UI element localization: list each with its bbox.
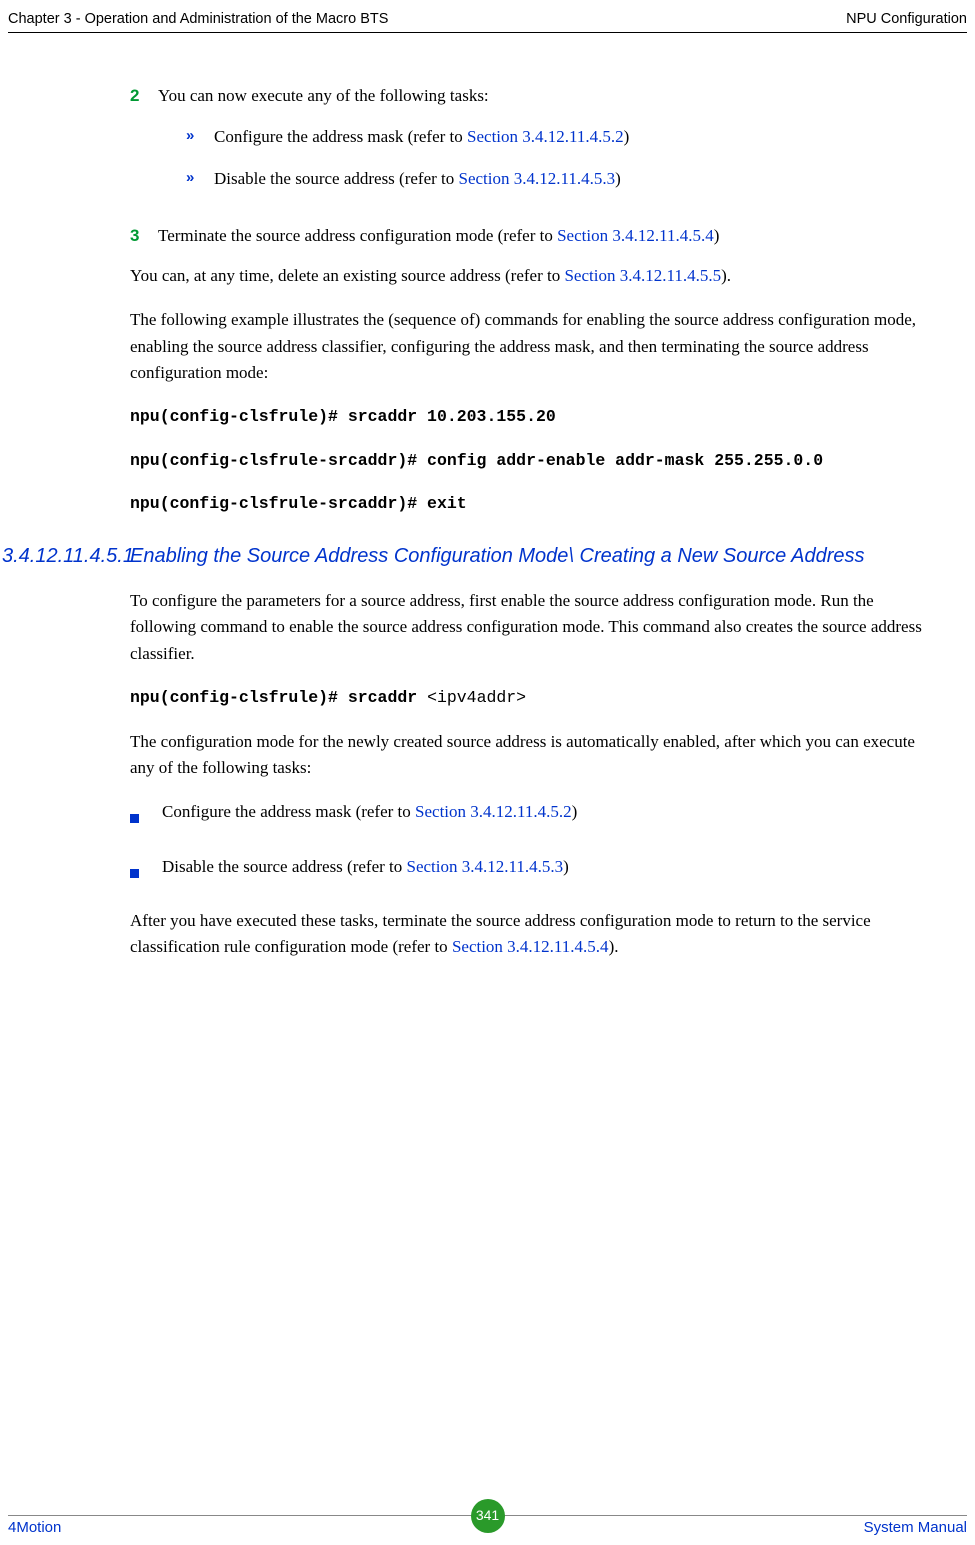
section-link[interactable]: Section 3.4.12.11.4.5.2	[415, 802, 572, 821]
numbered-list: 2 You can now execute any of the followi…	[130, 83, 925, 248]
step-3: 3 Terminate the source address configura…	[130, 223, 925, 249]
list-text: Configure the address mask (refer to Sec…	[162, 799, 925, 831]
step-number: 2	[130, 83, 158, 208]
header-left: Chapter 3 - Operation and Administration…	[8, 8, 388, 30]
code-line: npu(config-clsfrule-srcaddr)# config add…	[130, 448, 925, 474]
sub-item: » Configure the address mask (refer to S…	[186, 124, 925, 150]
paragraph: The following example illustrates the (s…	[130, 307, 925, 386]
code-line: npu(config-clsfrule)# srcaddr 10.203.155…	[130, 404, 925, 430]
sub-text: Configure the address mask (refer to Sec…	[214, 124, 925, 150]
step-number: 3	[130, 223, 158, 249]
section-title: Enabling the Source Address Configuratio…	[130, 543, 925, 570]
paragraph: After you have executed these tasks, ter…	[130, 908, 925, 961]
chevron-icon: »	[186, 166, 214, 192]
chevron-icon: »	[186, 124, 214, 150]
square-bullet-list: Configure the address mask (refer to Sec…	[130, 799, 925, 886]
section-link[interactable]: Section 3.4.12.11.4.5.3	[407, 857, 564, 876]
footer-left: 4Motion	[8, 1516, 61, 1539]
page-header: Chapter 3 - Operation and Administration…	[0, 0, 975, 30]
page-content: 2 You can now execute any of the followi…	[0, 33, 975, 960]
section-heading: 3.4.12.11.4.5.1 Enabling the Source Addr…	[2, 543, 925, 570]
sub-item: » Disable the source address (refer to S…	[186, 166, 925, 192]
section-link[interactable]: Section 3.4.12.11.4.5.5	[564, 266, 721, 285]
square-bullet-icon	[130, 799, 162, 831]
square-bullet-icon	[130, 854, 162, 886]
footer-right: System Manual	[864, 1516, 967, 1539]
page-number: 341	[471, 1499, 505, 1533]
paragraph: The configuration mode for the newly cre…	[130, 729, 925, 782]
page-number-badge: 341	[471, 1499, 505, 1533]
sub-list: » Configure the address mask (refer to S…	[158, 124, 925, 193]
paragraph: You can, at any time, delete an existing…	[130, 263, 925, 289]
code-argument: <ipv4addr>	[427, 688, 526, 707]
section-link[interactable]: Section 3.4.12.11.4.5.4	[557, 226, 714, 245]
section-number: 3.4.12.11.4.5.1	[2, 543, 130, 570]
paragraph: To configure the parameters for a source…	[130, 588, 925, 667]
sub-text: Disable the source address (refer to Sec…	[214, 166, 925, 192]
step-text: Terminate the source address configurati…	[158, 223, 925, 249]
step-2-text: You can now execute any of the following…	[158, 86, 489, 105]
code-line: npu(config-clsfrule-srcaddr)# exit	[130, 491, 925, 517]
section-link[interactable]: Section 3.4.12.11.4.5.3	[459, 169, 616, 188]
step-2: 2 You can now execute any of the followi…	[130, 83, 925, 208]
section-link[interactable]: Section 3.4.12.11.4.5.2	[467, 127, 624, 146]
list-item: Disable the source address (refer to Sec…	[130, 854, 925, 886]
code-line: npu(config-clsfrule)# srcaddr <ipv4addr>	[130, 685, 925, 711]
step-text: You can now execute any of the following…	[158, 83, 925, 208]
page-footer: 4Motion 341 System Manual	[8, 1515, 967, 1539]
section-link[interactable]: Section 3.4.12.11.4.5.4	[452, 937, 609, 956]
header-right: NPU Configuration	[846, 8, 967, 30]
list-text: Disable the source address (refer to Sec…	[162, 854, 925, 886]
list-item: Configure the address mask (refer to Sec…	[130, 799, 925, 831]
